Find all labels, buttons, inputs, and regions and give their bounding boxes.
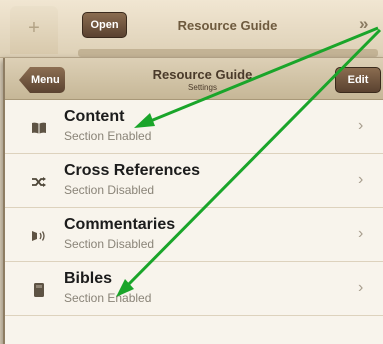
- section-title: Bibles: [64, 270, 113, 287]
- section-title: Commentaries: [64, 216, 176, 233]
- chevron-right-icon: ›: [358, 279, 364, 296]
- section-title: Content: [64, 108, 125, 125]
- panel-subtitle: Settings: [188, 83, 217, 92]
- section-list: Content Section Enabled › Cross Referenc…: [5, 100, 383, 344]
- background-strip: [78, 49, 378, 57]
- section-status: Section Enabled: [64, 291, 152, 305]
- section-status: Section Enabled: [64, 129, 152, 143]
- section-title: Cross References: [64, 162, 201, 179]
- section-status: Section Disabled: [64, 237, 155, 251]
- speaker-icon: [31, 228, 47, 244]
- background-toolbar: + Open Resource Guide »: [0, 0, 383, 58]
- chevron-right-icon: ›: [358, 117, 364, 134]
- chevron-right-icon: ›: [358, 171, 364, 188]
- open-button[interactable]: Open: [82, 12, 127, 38]
- section-row-content[interactable]: Content Section Enabled ›: [5, 100, 383, 154]
- section-row-cross-references[interactable]: Cross References Section Disabled ›: [5, 154, 383, 208]
- section-row-next[interactable]: [5, 316, 383, 344]
- panel-header: Menu Resource Guide Settings Edit: [5, 58, 383, 100]
- section-status: Section Disabled: [64, 183, 155, 197]
- panel-title: Resource Guide: [152, 67, 253, 82]
- background-title: Resource Guide: [177, 18, 278, 33]
- section-row-bibles[interactable]: Bibles Section Enabled ›: [5, 262, 383, 316]
- book-icon: [31, 120, 47, 136]
- edit-button[interactable]: Edit: [335, 67, 381, 93]
- shuffle-icon: [31, 174, 47, 190]
- section-row-commentaries[interactable]: Commentaries Section Disabled ›: [5, 208, 383, 262]
- chevron-right-icon: ›: [358, 225, 364, 242]
- menu-back-button[interactable]: Menu: [19, 67, 65, 93]
- bible-icon: [31, 282, 47, 298]
- double-chevron-icon[interactable]: »: [359, 14, 369, 34]
- new-tab-button[interactable]: +: [10, 6, 58, 54]
- resource-guide-settings-panel: Menu Resource Guide Settings Edit Conten…: [3, 58, 383, 344]
